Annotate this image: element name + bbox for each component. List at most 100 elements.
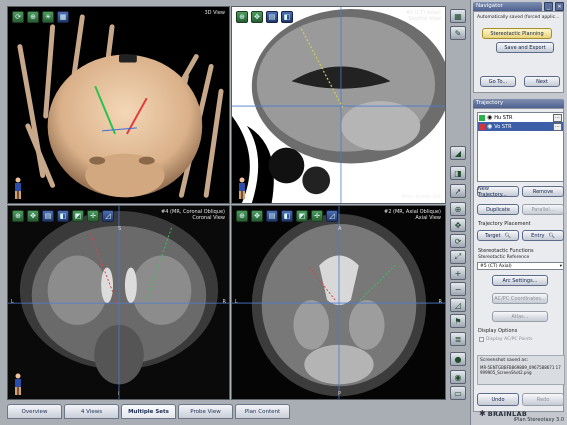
viewport-sagittal[interactable]: ⊕ ✥ ▤ ◧ #5 (CT) Axial) Sagittal View Mai…	[231, 6, 446, 204]
slice-icon[interactable]: ▤	[266, 210, 278, 222]
brightness-icon[interactable]: ☀	[42, 11, 54, 23]
window-level-icon[interactable]: ◧	[57, 210, 69, 222]
tab-overview[interactable]: Overview	[7, 404, 62, 419]
tab-plan-content[interactable]: Plan Content	[235, 404, 290, 419]
visibility-eye-icon[interactable]: ◉	[487, 123, 492, 130]
reference-select[interactable]: #5 (CT) Axial) ▾	[477, 262, 564, 270]
measure-icon[interactable]: ◿	[326, 210, 338, 222]
trajectory-menu-icon[interactable]: ⋯	[553, 113, 562, 122]
slice-tool-icon[interactable]: ◢	[450, 146, 466, 160]
layers-icon[interactable]: ≣	[450, 332, 466, 346]
zoom-icon[interactable]: ⊕	[27, 11, 39, 23]
product-name: iPlan Stereotaxy 3.0	[513, 417, 564, 423]
undo-button[interactable]: Undo	[477, 393, 519, 406]
pointer-icon[interactable]: ➚	[450, 184, 466, 198]
trajectory-menu-icon[interactable]: ⋯	[553, 122, 562, 131]
atlas-button[interactable]: Atlas...	[492, 311, 548, 322]
minimize-icon[interactable]: _	[544, 2, 553, 11]
goto-button[interactable]: Go To...	[480, 76, 516, 87]
grid-icon[interactable]: ▦	[57, 11, 69, 23]
tab-4-views[interactable]: 4 Views	[64, 404, 119, 419]
orientation-top: A	[338, 226, 342, 232]
viewport-title: #5 (CT) Axial) Sagittal View	[405, 10, 441, 22]
window-level-icon[interactable]: ◧	[281, 210, 293, 222]
viewport-coronal[interactable]: ⊕ ✥ ▤ ◧ ◩ ✛ ◿ #4 (MR, Coronal Oblique) C…	[7, 205, 230, 400]
arc-settings-button[interactable]: Arc Settings...	[492, 275, 548, 286]
zoom-in-icon[interactable]: +	[450, 266, 466, 280]
tab-multiple-sets[interactable]: Multiple Sets	[121, 404, 176, 419]
target-button[interactable]: Target 🔍︎	[477, 230, 519, 241]
sagittal-ct-image	[232, 7, 445, 203]
visibility-eye-icon[interactable]: ◉	[487, 114, 492, 121]
window-tool-icon[interactable]: ◨	[450, 166, 466, 180]
trajectory-name: Vo STR	[494, 123, 512, 130]
step-stereotactic-planning[interactable]: Stereotactic Planning	[482, 28, 552, 39]
crosshair-icon[interactable]: ✛	[87, 210, 99, 222]
trajectory-row[interactable]: ◉ Vo STR ⋯	[478, 122, 563, 131]
navigator-header: Navigator	[473, 2, 542, 11]
scale-icon[interactable]: ⤢	[450, 250, 466, 264]
save-export-button[interactable]: Save and Export	[496, 42, 554, 53]
new-trajectory-button[interactable]: New Trajectory...	[477, 186, 519, 198]
viewport-axial[interactable]: ⊕ ✥ ▤ ◧ ◩ ✛ ◿ #2 (MR, Axial Oblique) Axi…	[231, 205, 446, 400]
saved-path: MR-5ENTGBBFB869889_0967588671 17999905_S…	[480, 365, 561, 375]
wrench-icon[interactable]: ✎	[450, 26, 466, 40]
entry-search-icon: 🔍︎	[548, 232, 555, 239]
entry-button[interactable]: Entry 🔍︎	[522, 230, 564, 241]
trajectory-row[interactable]: ◉ Hu STR ⋯	[478, 113, 563, 122]
orientation-left: L	[235, 299, 238, 305]
display-acpc-checkbox[interactable]	[479, 337, 484, 342]
magnify-icon[interactable]: ⊕	[450, 202, 466, 216]
print-icon[interactable]: ▭	[450, 386, 466, 400]
chevron-down-icon: ▾	[559, 264, 562, 269]
orientation-bottom: P	[338, 391, 342, 397]
reference-value: #5 (CT) Axial)	[480, 264, 512, 269]
remove-button[interactable]: Remove	[522, 186, 564, 197]
rotate-tool-icon[interactable]: ⟳	[450, 234, 466, 248]
acpc-coordinates-button[interactable]: AC/PC Coordinates...	[492, 293, 548, 304]
record-icon[interactable]: ●	[450, 352, 466, 366]
display-acpc-checkbox-row[interactable]: Display AC/PC Points	[479, 337, 532, 342]
move-icon[interactable]: ✥	[450, 218, 466, 232]
viewport-title: #4 (MR, Coronal Oblique) Coronal View	[161, 209, 225, 221]
zoom-icon[interactable]: ⊕	[236, 11, 248, 23]
pan-icon[interactable]: ✥	[251, 210, 263, 222]
orientation-person-icon	[239, 177, 245, 199]
camera-icon[interactable]: ◉	[450, 370, 466, 384]
orientation-person-icon	[15, 373, 21, 395]
pan-icon[interactable]: ✥	[27, 210, 39, 222]
zoom-icon[interactable]: ⊕	[236, 210, 248, 222]
window-level-icon[interactable]: ◧	[281, 11, 293, 23]
orientation-bottom: I	[118, 391, 120, 397]
reslice-icon[interactable]: ◩	[72, 210, 84, 222]
reslice-icon[interactable]: ◩	[296, 210, 308, 222]
parallel-button[interactable]: Parallel...	[522, 204, 564, 215]
brand-block: ✱ BRAINLAB iPlan Stereotaxy 3.0	[479, 409, 564, 423]
next-button[interactable]: Next	[524, 76, 560, 87]
zoom-out-icon[interactable]: −	[450, 282, 466, 296]
pan-icon[interactable]: ✥	[251, 11, 263, 23]
tab-probe-view[interactable]: Probe View	[178, 404, 233, 419]
slice-icon[interactable]: ▤	[266, 11, 278, 23]
viewport-3d[interactable]: ⟳ ⊕ ☀ ▦ 3D View	[7, 6, 230, 204]
functions-label: Stereotactic Functions	[478, 248, 534, 254]
zoom-icon[interactable]: ⊕	[12, 210, 24, 222]
orientation-right: R	[222, 299, 226, 305]
display-options-label: Display Options	[478, 328, 518, 334]
autosave-status: Automatically saved (forced applic...	[477, 15, 560, 20]
coronal-mr-image	[8, 206, 229, 399]
view-tool-column: ▦ ✎ ◢ ◨ ➚ ⊕ ✥ ⟳ ⤢ + − ◿ ⚑ ≣ ● ◉ ▭	[449, 6, 467, 400]
redo-button[interactable]: Redo	[522, 393, 564, 406]
viewport-title: 3D View	[204, 10, 226, 16]
measure-tool-icon[interactable]: ◿	[450, 298, 466, 312]
measure-icon[interactable]: ◿	[102, 210, 114, 222]
crosshair-icon[interactable]: ✛	[311, 210, 323, 222]
slice-icon[interactable]: ▤	[42, 210, 54, 222]
entry-label: Entry	[531, 232, 545, 239]
flag-icon[interactable]: ⚑	[450, 314, 466, 328]
trajectory-name: Hu STR	[494, 114, 513, 121]
duplicate-button[interactable]: Duplicate	[477, 204, 519, 215]
rotate-icon[interactable]: ⟳	[12, 11, 24, 23]
close-icon[interactable]: ✕	[555, 2, 564, 11]
layout-icon[interactable]: ▦	[450, 9, 466, 23]
